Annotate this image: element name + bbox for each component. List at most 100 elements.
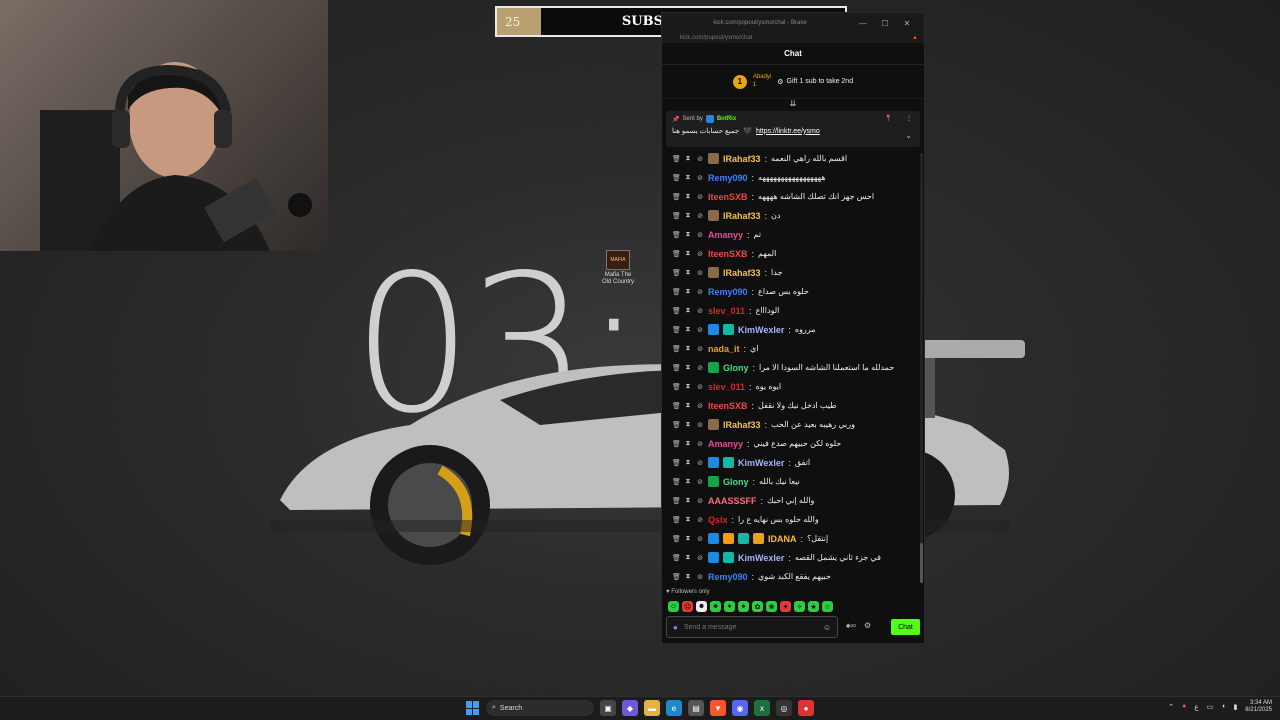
windows-start-icon[interactable] — [466, 701, 480, 715]
emote-icon[interactable]: ♣ — [710, 601, 721, 612]
chat-username[interactable]: Glony — [723, 477, 749, 487]
ban-icon[interactable]: ⊘ — [696, 345, 704, 353]
taskbar-search[interactable]: ⌕ Search — [486, 700, 594, 716]
ban-icon[interactable]: ⊘ — [696, 440, 704, 448]
ban-icon[interactable]: ⊘ — [696, 269, 704, 277]
chat-message[interactable]: 🗑 ⧗ ⊘ Amanyy: حلوه لكن حبيهم صدع فيني — [662, 434, 924, 453]
chat-message[interactable]: 🗑 ⧗ ⊘ Glony: حمدلله ما استعملنا الشاشه السود… — [662, 358, 924, 377]
chat-scrollbar[interactable] — [920, 153, 923, 583]
gift-prompt[interactable]: ⚙ Gift 1 sub to take 2nd — [777, 78, 853, 86]
timeout-icon[interactable]: ⧗ — [684, 402, 692, 410]
delete-icon[interactable]: 🗑 — [672, 516, 681, 524]
chat-message[interactable]: 🗑 ⧗ ⊘ IteenSXB: المهم — [662, 244, 924, 263]
chat-message[interactable]: 🗑 ⧗ ⊘ KimWexler: في جزء ثاني يشمل القصه — [662, 548, 924, 567]
delete-icon[interactable]: 🗑 — [672, 535, 681, 543]
chat-message[interactable]: 🗑 ⧗ ⊘ lRahaf33: وربي رهيبه بعيد عن الحب — [662, 415, 924, 434]
chevron-up-icon[interactable]: ⌃ — [1168, 703, 1174, 711]
store-icon[interactable]: ▤ — [688, 700, 704, 716]
delete-icon[interactable]: 🗑 — [672, 421, 681, 429]
ban-icon[interactable]: ⊘ — [696, 231, 704, 239]
chat-message[interactable]: 🗑 ⧗ ⊘ Glony: نيعا نيك بالله — [662, 472, 924, 491]
ban-icon[interactable]: ⊘ — [696, 421, 704, 429]
timeout-icon[interactable]: ⧗ — [684, 269, 692, 277]
chevron-down-icon[interactable]: ⌄ — [905, 131, 912, 140]
ban-icon[interactable]: ⊘ — [696, 174, 704, 182]
copilot-icon[interactable]: ◆ — [622, 700, 638, 716]
timeout-icon[interactable]: ⧗ — [684, 231, 692, 239]
delete-icon[interactable]: 🗑 — [672, 288, 681, 296]
points-icon[interactable]: ♠∞ — [846, 621, 856, 630]
chrome-icon[interactable]: ● — [798, 700, 814, 716]
brave-icon[interactable]: ▼ — [710, 700, 726, 716]
timeout-icon[interactable]: ⧗ — [684, 250, 692, 258]
timeout-icon[interactable]: ⧗ — [684, 174, 692, 182]
emote-icon[interactable]: ☆ — [822, 601, 833, 612]
chat-message[interactable]: 🗑 ⧗ ⊘ slev_011: ايوه يوه — [662, 377, 924, 396]
ban-icon[interactable]: ⊘ — [696, 364, 704, 372]
chat-username[interactable]: lRahaf33 — [723, 420, 761, 430]
task-view-icon[interactable]: ▣ — [600, 700, 616, 716]
network-icon[interactable]: ▭ — [1207, 703, 1214, 711]
chat-message[interactable]: 🗑 ⧗ ⊘ lRahaf33: جدا — [662, 263, 924, 282]
delete-icon[interactable]: 🗑 — [672, 573, 681, 581]
ban-icon[interactable]: ⊘ — [696, 212, 704, 220]
delete-icon[interactable]: 🗑 — [672, 193, 681, 201]
emote-icon[interactable]: ☹ — [682, 601, 693, 612]
timeout-icon[interactable]: ⧗ — [684, 212, 692, 220]
chat-username[interactable]: AAASSSFF — [708, 496, 757, 506]
leaderboard-user[interactable]: Abadyi 1 — [753, 74, 771, 88]
delete-icon[interactable]: 🗑 — [672, 212, 681, 220]
delete-icon[interactable]: 🗑 — [672, 554, 681, 562]
chat-username[interactable]: IDANA — [768, 534, 797, 544]
ban-icon[interactable]: ⊘ — [696, 554, 704, 562]
taskbar-clock[interactable]: 3:34 AM 8/21/2025 — [1245, 700, 1272, 714]
more-options-icon[interactable]: ⋮ — [906, 115, 912, 122]
timeout-icon[interactable]: ⧗ — [684, 364, 692, 372]
chat-message[interactable]: 🗑 ⧗ ⊘ Qslx: والله حلوه بس نهايه ع را — [662, 510, 924, 529]
delete-icon[interactable]: 🗑 — [672, 402, 681, 410]
chat-message[interactable]: 🗑 ⧗ ⊘ lRahaf33: اقسم بالله راهي النعمه — [662, 149, 924, 168]
ban-icon[interactable]: ⊘ — [696, 402, 704, 410]
close-button[interactable]: ✕ — [896, 19, 918, 28]
timeout-icon[interactable]: ⧗ — [684, 516, 692, 524]
chat-message[interactable]: 🗑 ⧗ ⊘ Amanyy: تم — [662, 225, 924, 244]
microphone-icon[interactable]: ● — [673, 623, 678, 632]
chat-message[interactable]: 🗑 ⧗ ⊘ slev_011: الوداااع — [662, 301, 924, 320]
minimize-button[interactable]: — — [852, 19, 874, 28]
settings-gear-icon[interactable]: ⚙ — [864, 621, 871, 630]
chat-message[interactable]: 🗑 ⧗ ⊘ AAASSSFF: والله إني احبك — [662, 491, 924, 510]
chat-message[interactable]: 🗑 ⧗ ⊘ lRahaf33: دن — [662, 206, 924, 225]
delete-icon[interactable]: 🗑 — [672, 440, 681, 448]
timeout-icon[interactable]: ⧗ — [684, 345, 692, 353]
emote-icon[interactable]: ☺ — [668, 601, 679, 612]
timeout-icon[interactable]: ⧗ — [684, 459, 692, 467]
ban-icon[interactable]: ⊘ — [696, 250, 704, 258]
chat-message[interactable]: 🗑 ⧗ ⊘ KimWexler: اتفق — [662, 453, 924, 472]
delete-icon[interactable]: 🗑 — [672, 250, 681, 258]
delete-icon[interactable]: 🗑 — [672, 174, 681, 182]
ban-icon[interactable]: ⊘ — [696, 155, 704, 163]
chat-username[interactable]: Glony — [723, 363, 749, 373]
timeout-icon[interactable]: ⧗ — [684, 307, 692, 315]
chat-username[interactable]: nada_it — [708, 344, 740, 354]
desktop-shortcut-mafia[interactable]: MAFIA Mafia The Old Country — [600, 250, 636, 286]
chat-username[interactable]: IteenSXB — [708, 192, 748, 202]
delete-icon[interactable]: 🗑 — [672, 459, 681, 467]
delete-icon[interactable]: 🗑 — [672, 269, 681, 277]
chat-username[interactable]: slev_011 — [708, 382, 745, 392]
ban-icon[interactable]: ⊘ — [696, 478, 704, 486]
file-explorer-icon[interactable]: ▬ — [644, 700, 660, 716]
emote-icon[interactable]: ★ — [808, 601, 819, 612]
ban-icon[interactable]: ⊘ — [696, 535, 704, 543]
chat-username[interactable]: lRahaf33 — [723, 268, 761, 278]
chat-username[interactable]: Remy090 — [708, 173, 748, 183]
emote-icon[interactable]: ✦ — [780, 601, 791, 612]
chat-username[interactable]: lRahaf33 — [723, 211, 761, 221]
timeout-icon[interactable]: ⧗ — [684, 193, 692, 201]
delete-icon[interactable]: 🗑 — [672, 326, 681, 334]
timeout-icon[interactable]: ⧗ — [684, 535, 692, 543]
chat-message[interactable]: 🗑 ⧗ ⊘ Remy090: حبيهم يفقع الكبد شوي — [662, 567, 924, 586]
emote-icon[interactable]: ♠ — [738, 601, 749, 612]
emote-icon[interactable]: ✧ — [794, 601, 805, 612]
excel-icon[interactable]: x — [754, 700, 770, 716]
